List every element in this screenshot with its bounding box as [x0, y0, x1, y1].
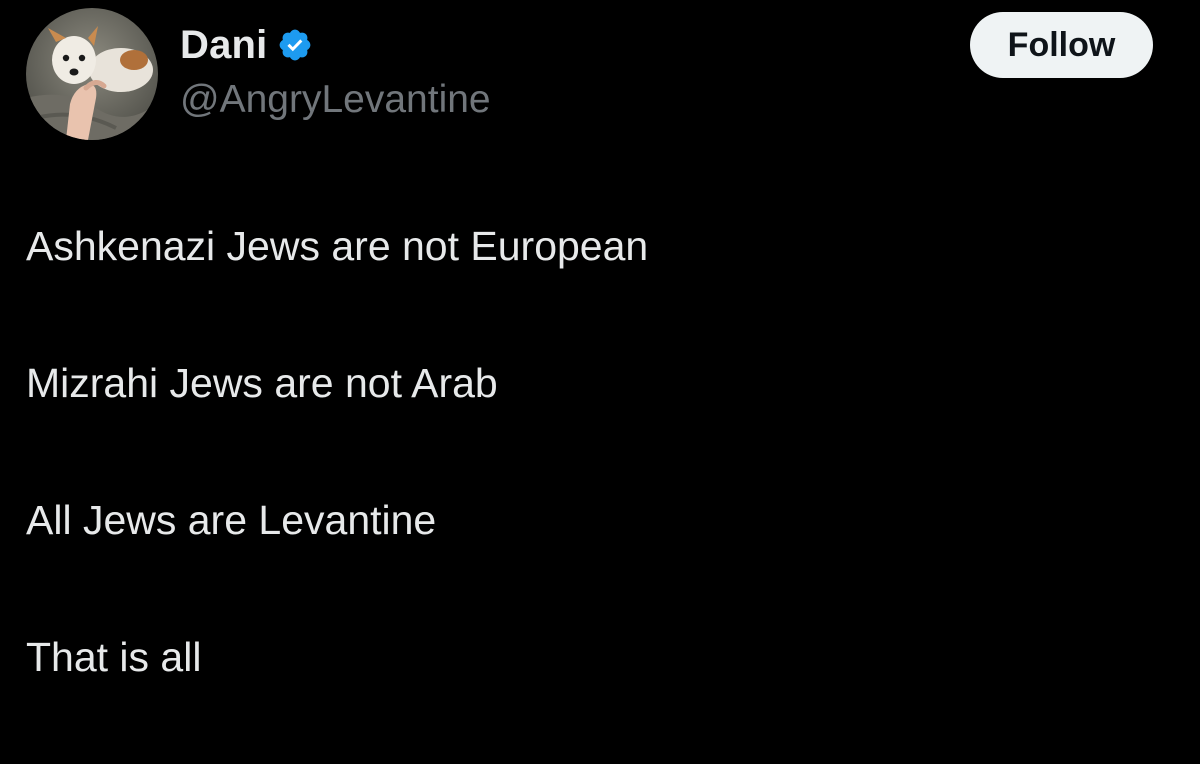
author-handle[interactable]: @AngryLevantine — [180, 78, 491, 122]
tweet-line: Mizrahi Jews are not Arab — [26, 360, 498, 406]
author-info: Dani @AngryLevantine — [180, 20, 491, 122]
name-row: Dani — [180, 20, 491, 70]
verified-badge-icon — [277, 27, 313, 63]
follow-button[interactable]: Follow — [970, 12, 1153, 78]
tweet-card: Dani @AngryLevantine Follow Ashkenazi Je… — [0, 0, 1200, 751]
display-name[interactable]: Dani — [180, 23, 267, 68]
tweet-line: All Jews are Levantine — [26, 497, 437, 543]
avatar-dog-photo-icon — [26, 8, 158, 140]
tweet-text: Ashkenazi Jews are not European Mizrahi … — [26, 216, 1166, 764]
tweet-line: That is all — [26, 634, 202, 680]
avatar[interactable] — [26, 8, 158, 140]
tweet-line: Ashkenazi Jews are not European — [26, 223, 649, 269]
